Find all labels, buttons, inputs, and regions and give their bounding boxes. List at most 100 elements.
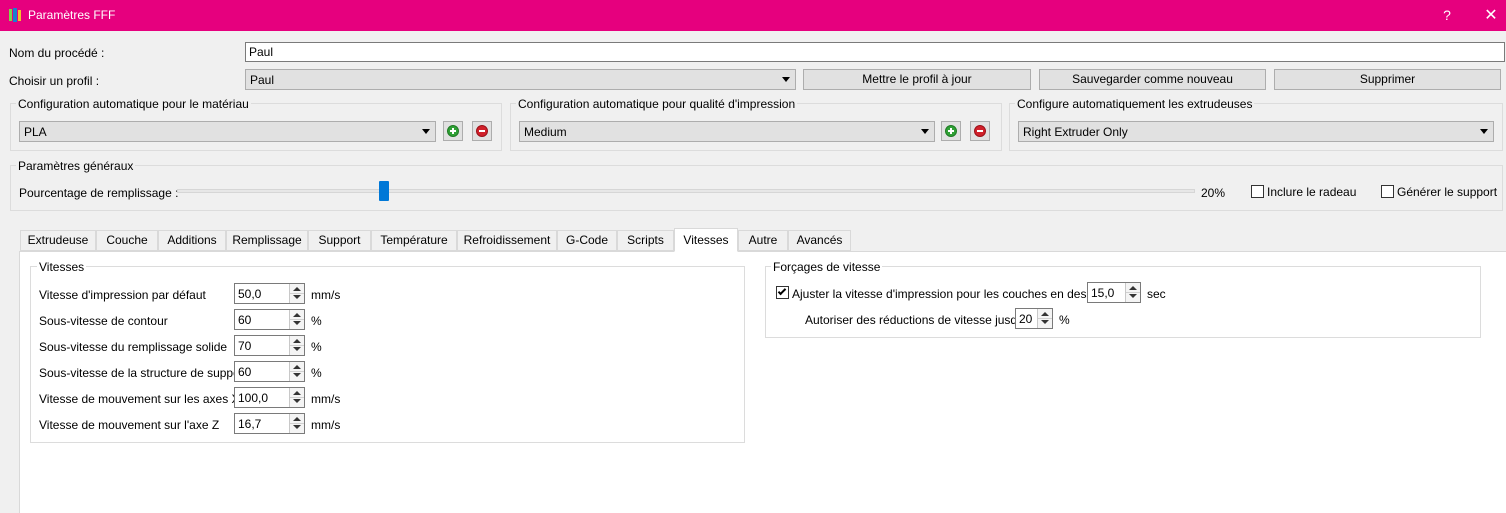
z-travel-speed-spinbox[interactable]: 16,7	[234, 413, 305, 434]
spin-separator	[290, 345, 304, 346]
add-material-button[interactable]	[443, 121, 463, 141]
material-select[interactable]: PLA	[19, 121, 436, 142]
perimeter-speed-value: 60	[238, 313, 252, 327]
app-logo-icon	[9, 8, 21, 22]
speed-reduction-label: Autoriser des réductions de vitesse jusq…	[805, 313, 1033, 327]
support-checkbox[interactable]	[1381, 185, 1394, 198]
tab-extrudeuse[interactable]: Extrudeuse	[20, 230, 96, 251]
plus-icon	[945, 125, 957, 137]
tab-vitesses[interactable]: Vitesses	[674, 228, 738, 252]
update-profile-button[interactable]: Mettre le profil à jour	[803, 69, 1031, 90]
spin-separator	[290, 423, 304, 424]
default-speed-label: Vitesse d'impression par défaut	[39, 288, 206, 302]
spin-buttons[interactable]	[1037, 309, 1052, 328]
chevron-down-icon	[422, 129, 430, 134]
tab-remplissage[interactable]: Remplissage	[226, 230, 308, 251]
remove-material-button[interactable]	[472, 121, 492, 141]
xy-travel-speed-spinbox[interactable]: 100,0	[234, 387, 305, 408]
help-button[interactable]: ?	[1440, 7, 1454, 23]
extruder-select-value: Right Extruder Only	[1023, 125, 1128, 139]
speed-reduction-unit: %	[1059, 313, 1070, 327]
process-name-label: Nom du procédé :	[9, 46, 105, 60]
infill-slider-handle[interactable]	[378, 181, 389, 201]
arrow-down-icon	[1129, 294, 1137, 298]
adjust-speed-value: 15,0	[1091, 286, 1115, 300]
title-bar: Paramètres FFF ? ✕	[0, 0, 1506, 31]
profile-select-value: Paul	[250, 73, 275, 87]
solid-infill-speed-unit: %	[311, 340, 322, 354]
raft-checkbox[interactable]	[1251, 185, 1264, 198]
chevron-down-icon	[1480, 129, 1488, 134]
arrow-up-icon	[293, 287, 301, 291]
default-speed-value: 50,0	[238, 287, 262, 301]
solid-infill-speed-spinbox[interactable]: 70	[234, 335, 305, 356]
z-travel-speed-value: 16,7	[238, 417, 262, 431]
delete-profile-button[interactable]: Supprimer	[1274, 69, 1501, 90]
general-settings-title: Paramètres généraux	[16, 159, 136, 173]
tab-additions[interactable]: Additions	[158, 230, 226, 251]
tab-gcode[interactable]: G-Code	[557, 230, 617, 251]
infill-value: 20%	[1201, 186, 1226, 200]
speed-reduction-value: 20	[1019, 312, 1033, 326]
spin-buttons[interactable]	[289, 284, 304, 303]
plus-icon	[447, 125, 459, 137]
arrow-down-icon	[293, 399, 301, 403]
support-speed-spinbox[interactable]: 60	[234, 361, 305, 382]
arrow-down-icon	[293, 321, 301, 325]
arrow-down-icon	[293, 347, 301, 351]
speed-reduction-spinbox[interactable]: 20	[1015, 308, 1053, 329]
arrow-down-icon	[1041, 320, 1049, 324]
arrow-up-icon	[293, 391, 301, 395]
tab-couche[interactable]: Couche	[96, 230, 158, 251]
spin-buttons[interactable]	[289, 310, 304, 329]
spin-separator	[290, 293, 304, 294]
infill-label: Pourcentage de remplissage :	[19, 186, 179, 200]
save-as-new-button[interactable]: Sauvegarder comme nouveau	[1039, 69, 1266, 90]
arrow-up-icon	[1041, 312, 1049, 316]
tab-scripts[interactable]: Scripts	[617, 230, 674, 251]
arrow-up-icon	[1129, 286, 1137, 290]
adjust-speed-checkbox[interactable]	[776, 286, 789, 299]
xy-travel-speed-label: Vitesse de mouvement sur les axes X/Y	[39, 392, 251, 406]
spin-buttons[interactable]	[1125, 283, 1140, 302]
arrow-down-icon	[293, 425, 301, 429]
perimeter-speed-unit: %	[311, 314, 322, 328]
minus-icon	[476, 125, 488, 137]
support-label: Générer le support	[1397, 185, 1498, 199]
material-select-value: PLA	[24, 125, 47, 139]
default-speed-spinbox[interactable]: 50,0	[234, 283, 305, 304]
spin-separator	[1038, 318, 1052, 319]
remove-quality-button[interactable]	[970, 121, 990, 141]
spin-buttons[interactable]	[289, 336, 304, 355]
close-button[interactable]: ✕	[1482, 5, 1500, 25]
profile-select[interactable]: Paul	[245, 69, 796, 90]
tab-avances[interactable]: Avancés	[788, 230, 851, 251]
solid-infill-speed-value: 70	[238, 339, 252, 353]
arrow-down-icon	[293, 295, 301, 299]
support-speed-label: Sous-vitesse de la structure de support	[39, 366, 248, 380]
spin-separator	[290, 371, 304, 372]
arrow-down-icon	[293, 373, 301, 377]
infill-slider-track[interactable]	[177, 189, 1195, 193]
arrow-up-icon	[293, 313, 301, 317]
arrow-up-icon	[293, 365, 301, 369]
raft-label: Inclure le radeau	[1267, 185, 1357, 199]
extruder-select[interactable]: Right Extruder Only	[1018, 121, 1494, 142]
adjust-speed-spinbox[interactable]: 15,0	[1087, 282, 1141, 303]
perimeter-speed-spinbox[interactable]: 60	[234, 309, 305, 330]
process-name-input[interactable]: Paul	[245, 42, 1505, 62]
profile-label: Choisir un profil :	[9, 74, 100, 88]
tab-refroidissement[interactable]: Refroidissement	[457, 230, 557, 251]
tab-autre[interactable]: Autre	[738, 230, 788, 251]
tab-temperature[interactable]: Température	[371, 230, 457, 251]
spin-buttons[interactable]	[289, 414, 304, 433]
support-speed-value: 60	[238, 365, 252, 379]
tab-support[interactable]: Support	[308, 230, 371, 251]
spin-buttons[interactable]	[289, 362, 304, 381]
speeds-title: Vitesses	[37, 260, 87, 274]
xy-travel-speed-value: 100,0	[238, 391, 269, 405]
quality-select[interactable]: Medium	[519, 121, 935, 142]
add-quality-button[interactable]	[941, 121, 961, 141]
quality-config-title: Configuration automatique pour qualité d…	[516, 97, 798, 111]
spin-buttons[interactable]	[289, 388, 304, 407]
